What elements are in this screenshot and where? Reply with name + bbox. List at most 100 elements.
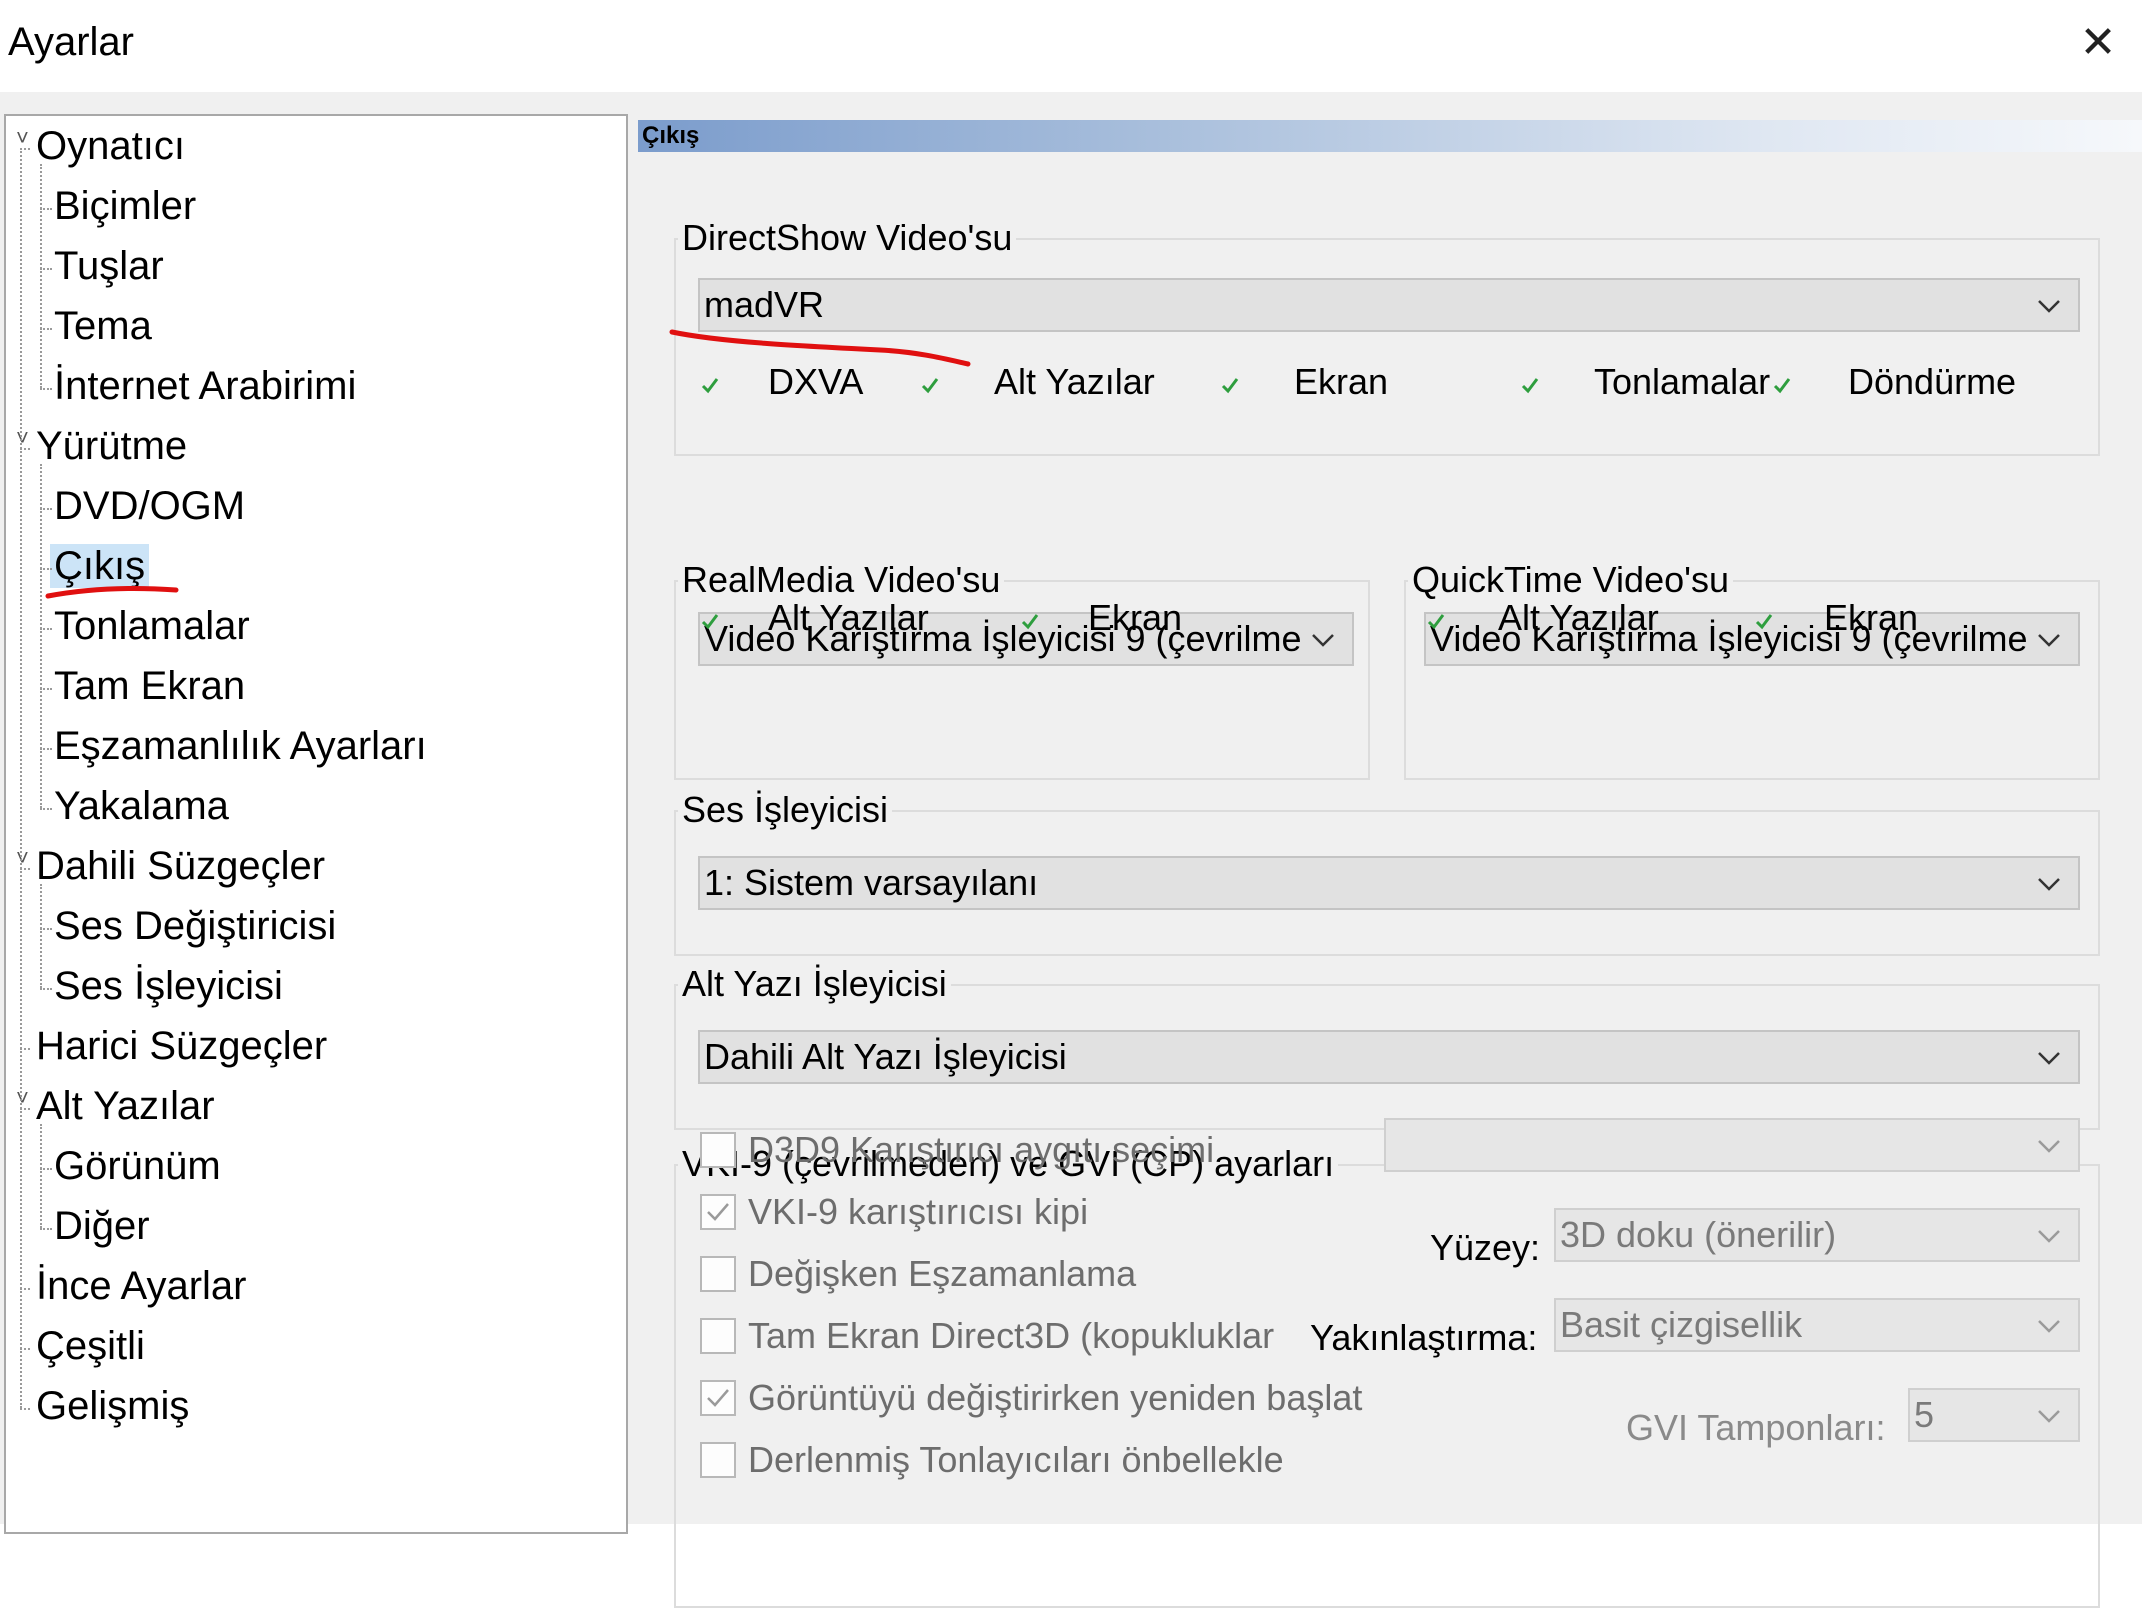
- checkmark-icon[interactable]: [700, 376, 720, 394]
- chevron-down-icon[interactable]: ˅: [16, 838, 30, 894]
- tree-item-label: Tonlamalar: [54, 604, 250, 648]
- checkbox[interactable]: [700, 1256, 736, 1292]
- tree-item-13[interactable]: Ses Değiştiricisi: [50, 898, 340, 954]
- chevron-down-icon: [2034, 1210, 2064, 1260]
- checkmark-icon[interactable]: [1754, 612, 1774, 630]
- tree-item-4[interactable]: İnternet Arabirimi: [50, 358, 360, 414]
- tree-root-line: [20, 148, 22, 1408]
- vmr-option-label: Görüntüyü değiştirirken yeniden başlat: [748, 1377, 1363, 1418]
- tree-item-label: Tuşlar: [54, 244, 164, 288]
- checkmark-icon[interactable]: [1020, 612, 1040, 630]
- checkmark-icon[interactable]: [1220, 376, 1240, 394]
- settings-tree[interactable]: Oynatıcı ˅ Biçimler Tuşlar Tema İnternet Arab…: [4, 114, 628, 1534]
- tree-item-16[interactable]: Alt Yazılar: [32, 1078, 219, 1134]
- chevron-down-icon: [2034, 1300, 2064, 1350]
- vmr-option-label: Tam Ekran Direct3D (kopukluklar: [748, 1315, 1275, 1356]
- tree-item-label: Tema: [54, 304, 152, 348]
- tree-item-11[interactable]: Yakalama: [50, 778, 233, 834]
- directshow-video-value: madVR: [704, 284, 825, 325]
- audio-renderer-title: Ses İşleyicisi: [678, 788, 893, 832]
- tree-connector: [40, 388, 52, 390]
- tree-item-7[interactable]: Çıkış: [50, 538, 150, 594]
- checkbox[interactable]: [700, 1194, 736, 1230]
- audio-renderer-select[interactable]: 1: Sistem varsayılanı: [698, 856, 2080, 910]
- chevron-down-icon: [2034, 1120, 2064, 1170]
- close-button[interactable]: ✕: [2068, 18, 2128, 68]
- checkbox[interactable]: [700, 1318, 736, 1354]
- audio-renderer-value: 1: Sistem varsayılanı: [704, 862, 1039, 903]
- checkmark-icon[interactable]: [1772, 376, 1792, 394]
- feature-label: Döndürme: [1848, 361, 2017, 402]
- subtitle-renderer-value: Dahili Alt Yazı İşleyicisi: [704, 1036, 1067, 1077]
- tree-item-9[interactable]: Tam Ekran: [50, 658, 249, 714]
- tree-item-17[interactable]: Görünüm: [50, 1138, 225, 1194]
- feature-label: Ekran: [1294, 361, 1389, 402]
- checkmark-icon[interactable]: [1426, 612, 1446, 630]
- panel-title: Çıkış: [642, 122, 700, 149]
- tree-item-label: Harici Süzgeçler: [36, 1024, 328, 1068]
- tree-item-label: Yürütme: [36, 424, 188, 468]
- feature-label: Ekran: [1824, 597, 1919, 638]
- resize-select[interactable]: Basit çizgisellik: [1554, 1298, 2080, 1352]
- checkbox[interactable]: [700, 1380, 736, 1416]
- d3d9-device-select[interactable]: [1384, 1118, 2080, 1172]
- chevron-down-icon[interactable]: ˅: [16, 118, 30, 174]
- vmr-option-label: D3D9 Karıştırıcı aygıtı seçimi: [748, 1129, 1215, 1170]
- chevron-down-icon: [2034, 1032, 2064, 1082]
- tree-connector: [20, 1408, 30, 1410]
- chevron-down-icon[interactable]: ˅: [16, 418, 30, 474]
- tree-item-10[interactable]: Eşzamanlılık Ayarları: [50, 718, 431, 774]
- tree-item-label: DVD/OGM: [54, 484, 246, 528]
- directshow-video-select[interactable]: madVR: [698, 278, 2080, 332]
- evr-buffers-value: 5: [1914, 1394, 1935, 1435]
- chevron-down-icon[interactable]: ˅: [16, 1078, 30, 1134]
- directshow-video-group: [674, 238, 2100, 456]
- tree-item-6[interactable]: DVD/OGM: [50, 478, 249, 534]
- directshow-video-title: DirectShow Video'su: [678, 216, 1017, 260]
- tree-item-8[interactable]: Tonlamalar: [50, 598, 254, 654]
- dialog-body: Oynatıcı ˅ Biçimler Tuşlar Tema İnternet Arab…: [0, 92, 2142, 1608]
- tree-branch-line: [40, 164, 42, 388]
- tree-item-0[interactable]: Oynatıcı: [32, 118, 189, 174]
- tree-item-label: Alt Yazılar: [36, 1084, 215, 1128]
- chevron-down-icon: [2034, 614, 2064, 664]
- tree-item-label: Biçimler: [54, 184, 197, 228]
- checkmark-icon[interactable]: [920, 376, 940, 394]
- resize-label: Yakınlaştırma:: [1310, 1317, 1538, 1358]
- surface-select[interactable]: 3D doku (önerilir): [1554, 1208, 2080, 1262]
- checkbox[interactable]: [700, 1132, 736, 1168]
- checkmark-icon[interactable]: [1520, 376, 1540, 394]
- tree-item-label: Çeşitli: [36, 1324, 145, 1368]
- checkbox[interactable]: [700, 1442, 736, 1478]
- tree-item-19[interactable]: İnce Ayarlar: [32, 1258, 251, 1314]
- tree-item-12[interactable]: Dahili Süzgeçler: [32, 838, 329, 894]
- tree-item-14[interactable]: Ses İşleyicisi: [50, 958, 287, 1014]
- tree-item-21[interactable]: Gelişmiş: [32, 1378, 193, 1434]
- tree-item-label: Tam Ekran: [54, 664, 246, 708]
- tree-item-2[interactable]: Tuşlar: [50, 238, 168, 294]
- tree-item-18[interactable]: Diğer: [50, 1198, 154, 1254]
- tree-connector: [40, 808, 52, 810]
- tree-item-1[interactable]: Biçimler: [50, 178, 200, 234]
- chevron-down-icon: [2034, 1390, 2064, 1440]
- tree-item-label: Eşzamanlılık Ayarları: [54, 724, 427, 768]
- checkmark-icon[interactable]: [700, 612, 720, 630]
- tree-item-label: Oynatıcı: [36, 124, 185, 168]
- evr-buffers-select[interactable]: 5: [1908, 1388, 2080, 1442]
- feature-label: Alt Yazılar: [994, 361, 1155, 402]
- evr-buffers-label: GVI Tamponları:: [1626, 1407, 1886, 1448]
- tree-item-15[interactable]: Harici Süzgeçler: [32, 1018, 331, 1074]
- tree-branch-line: [40, 464, 42, 808]
- feature-label: Tonlamalar: [1594, 361, 1771, 402]
- tree-branch-line: [40, 1124, 42, 1228]
- vmr-option-label: Derlenmiş Tonlayıcıları önbellekle: [748, 1439, 1284, 1480]
- tree-item-5[interactable]: Yürütme: [32, 418, 191, 474]
- feature-label: Alt Yazılar: [768, 597, 929, 638]
- tree-item-20[interactable]: Çeşitli: [32, 1318, 149, 1374]
- tree-item-3[interactable]: Tema: [50, 298, 156, 354]
- tree-connector: [40, 988, 52, 990]
- tree-item-label: İnternet Arabirimi: [54, 364, 357, 408]
- subtitle-renderer-select[interactable]: Dahili Alt Yazı İşleyicisi: [698, 1030, 2080, 1084]
- feature-label: Ekran: [1088, 597, 1183, 638]
- tree-connector: [40, 1228, 52, 1230]
